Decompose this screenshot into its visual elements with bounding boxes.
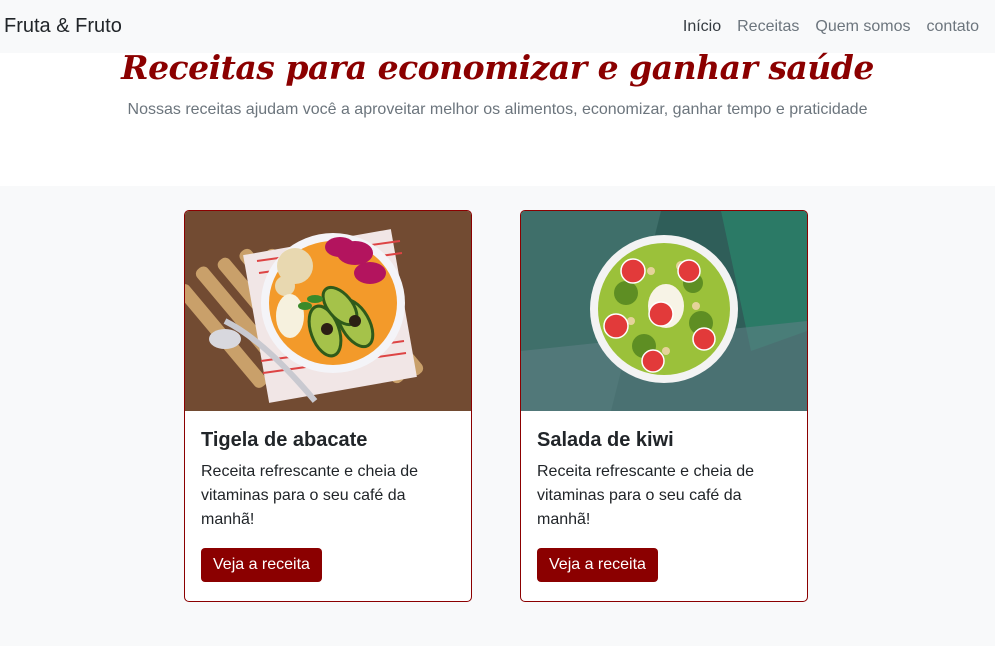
card-text: Receita refrescante e cheia de vitaminas… <box>201 463 419 528</box>
card-body: Tigela de abacate Receita refrescante e … <box>185 411 471 598</box>
card-title: Tigela de abacate <box>201 429 368 451</box>
nav-link-quem-somos[interactable]: Quem somos <box>815 18 910 36</box>
recipe-card-kiwi: Salada de kiwi Receita refrescante e che… <box>520 210 808 602</box>
recipes-section <box>0 186 995 646</box>
navbar: Fruta & Fruto Início Receitas Quem somos… <box>0 0 995 53</box>
recipe-card-avocado: Tigela de abacate Receita refrescante e … <box>184 210 472 602</box>
nav-link-inicio[interactable]: Início <box>683 18 721 36</box>
view-recipe-button[interactable]: Veja a receita <box>201 548 322 582</box>
nav-link-contato[interactable]: contato <box>927 18 979 36</box>
brand-link[interactable]: Fruta & Fruto <box>4 15 122 38</box>
hero-subtitle: Nossas receitas ajudam você a aproveitar… <box>127 101 868 118</box>
card-title: Salada de kiwi <box>537 429 674 451</box>
hero-title: Receitas para economizar e ganhar saúde <box>121 48 874 87</box>
nav-links: Início Receitas Quem somos contato <box>683 18 979 36</box>
view-recipe-button[interactable]: Veja a receita <box>537 548 658 582</box>
nav-link-receitas[interactable]: Receitas <box>737 18 799 36</box>
card-body: Salada de kiwi Receita refrescante e che… <box>521 411 807 598</box>
card-text: Receita refrescante e cheia de vitaminas… <box>537 463 755 528</box>
avocado-bowl-image <box>185 211 471 411</box>
kiwi-bowl-image <box>521 211 807 411</box>
